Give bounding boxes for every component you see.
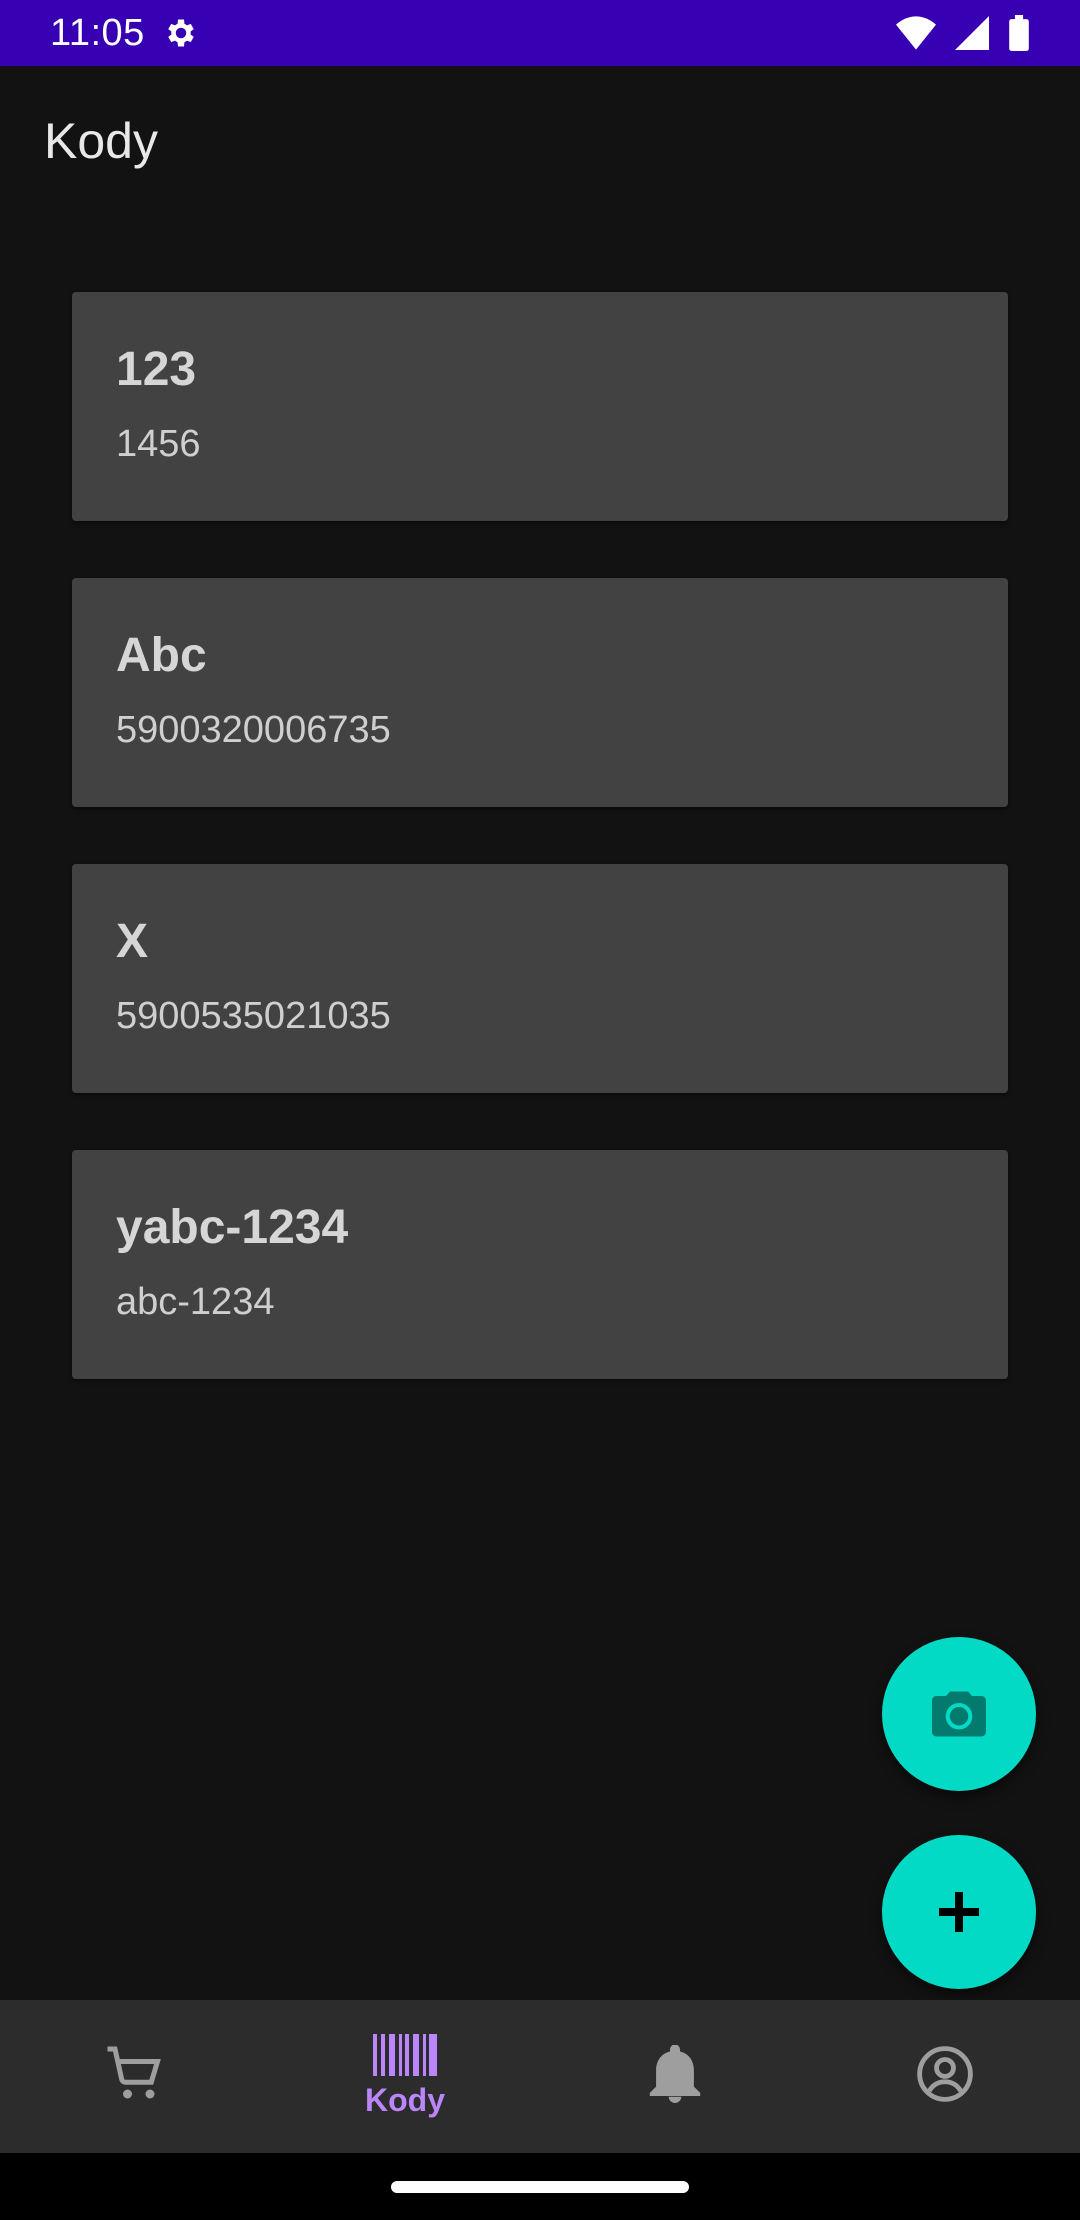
code-value: abc-1234 — [116, 1281, 275, 1323]
nav-item-codes[interactable]: Kody — [270, 2000, 540, 2153]
wifi-icon — [896, 16, 936, 50]
code-name: yabc-1234 — [116, 1201, 349, 1254]
bell-icon — [649, 2044, 701, 2103]
code-name: Abc — [116, 629, 207, 682]
system-navigation-bar — [0, 2153, 1080, 2220]
scan-camera-button[interactable] — [882, 1637, 1036, 1791]
signal-icon — [955, 16, 989, 50]
page-title: Kody — [44, 113, 158, 169]
code-card[interactable]: X 5900535021035 — [72, 864, 1008, 1093]
code-value: 5900320006735 — [116, 709, 391, 751]
bottom-navigation: Kody — [0, 2000, 1080, 2153]
nav-item-notifications[interactable] — [540, 2000, 810, 2153]
code-card[interactable]: yabc-1234 abc-1234 — [72, 1150, 1008, 1379]
cart-icon — [107, 2046, 161, 2098]
status-time: 11:05 — [50, 11, 145, 54]
code-card[interactable]: Abc 5900320006735 — [72, 578, 1008, 807]
status-bar: 11:05 — [0, 0, 1080, 66]
code-value: 1456 — [116, 423, 201, 465]
code-value: 5900535021035 — [116, 995, 391, 1037]
battery-icon — [1009, 15, 1029, 51]
home-gesture-handle[interactable] — [391, 2180, 689, 2193]
code-name: 123 — [116, 343, 197, 396]
nav-item-account[interactable] — [810, 2000, 1080, 2153]
camera-icon — [932, 1691, 986, 1737]
codes-list: 123 1456 Abc 5900320006735 X 59005350210… — [72, 292, 1008, 1436]
plus-icon — [939, 1892, 979, 1932]
settings-gear-icon — [161, 13, 201, 53]
add-code-button[interactable] — [882, 1835, 1036, 1989]
status-icons — [896, 15, 1030, 51]
account-circle-icon — [917, 2045, 973, 2102]
nav-item-cart[interactable] — [0, 2000, 270, 2153]
code-card[interactable]: 123 1456 — [72, 292, 1008, 521]
code-name: X — [116, 915, 149, 968]
barcode-icon — [373, 2034, 437, 2076]
nav-label-codes: Kody — [365, 2082, 445, 2118]
